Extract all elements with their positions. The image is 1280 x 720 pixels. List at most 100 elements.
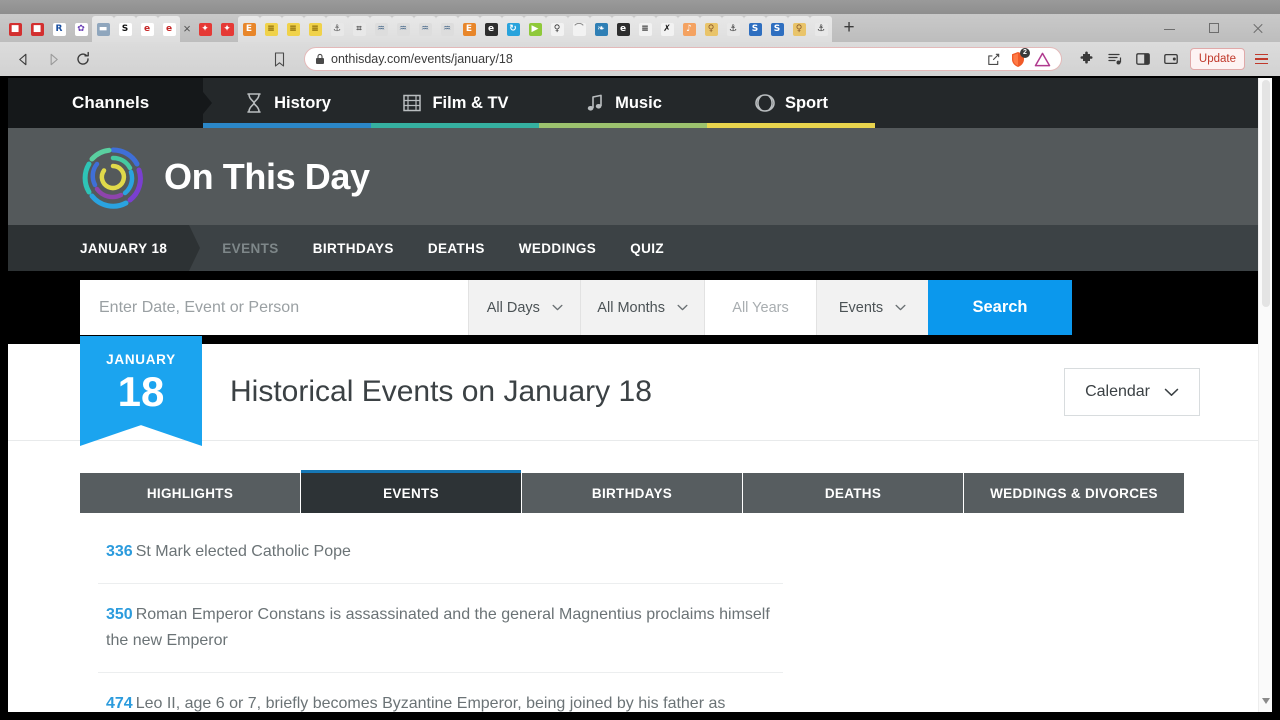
browser-tab[interactable]: S — [744, 16, 766, 42]
reload-icon[interactable] — [68, 44, 98, 74]
reading-list-icon[interactable] — [1102, 46, 1128, 72]
maximize-icon[interactable] — [1192, 14, 1236, 42]
page-scrollbar[interactable] — [1258, 78, 1272, 712]
date-nav[interactable]: JANUARY 18 EVENTS BIRTHDAYS DEATHS WEDDINGS… — [8, 225, 1272, 271]
toolbar-actions[interactable]: Update — [1074, 46, 1272, 72]
browser-tab[interactable]: E — [238, 16, 260, 42]
datenav-item-quiz[interactable]: QUIZ — [613, 225, 681, 271]
browser-tab[interactable]: E — [458, 16, 480, 42]
browser-tab[interactable]: ▬ — [92, 16, 114, 42]
scrollbar-thumb[interactable] — [1262, 80, 1270, 307]
hamburger-menu-icon[interactable] — [1250, 53, 1272, 65]
datenav-item-weddings[interactable]: WEDDINGS — [502, 225, 613, 271]
tab-events[interactable]: EVENTS — [301, 470, 522, 513]
browser-tab[interactable]: ⌗ — [348, 16, 370, 42]
event-item[interactable]: 350 Roman Emperor Constans is assassinate… — [98, 584, 783, 673]
channel-item-history[interactable]: History — [203, 78, 371, 128]
browser-tab[interactable]: ♒ — [414, 16, 436, 42]
event-year[interactable]: 336 — [106, 543, 133, 560]
new-tab-button[interactable]: + — [836, 16, 862, 42]
tab-birthdays[interactable]: BIRTHDAYS — [522, 473, 743, 513]
datenav-item-deaths[interactable]: DEATHS — [411, 225, 502, 271]
bookmark-icon[interactable] — [266, 44, 292, 74]
channel-nav[interactable]: Channels History Film & TV Music Sport — [8, 78, 1272, 128]
tab-weddings-divorces[interactable]: WEDDINGS & DIVORCES — [964, 473, 1184, 513]
warning-triangle-icon[interactable] — [1033, 50, 1053, 68]
browser-tab[interactable]: ♒ — [370, 16, 392, 42]
tab-highlights[interactable]: HIGHLIGHTS — [80, 473, 301, 513]
type-select[interactable]: Events — [816, 280, 928, 335]
channels-label[interactable]: Channels — [8, 78, 212, 128]
datenav-date-tab[interactable]: JANUARY 18 — [8, 225, 201, 271]
channel-items[interactable]: History Film & TV Music Sport — [203, 78, 875, 128]
browser-tab[interactable]: ≡ — [282, 16, 304, 42]
onthisday-spiral-logo[interactable] — [80, 144, 146, 210]
channel-item-film-tv[interactable]: Film & TV — [371, 78, 539, 128]
month-select[interactable]: All Months — [580, 280, 704, 335]
browser-tab[interactable]: ♒ — [392, 16, 414, 42]
browser-tab-strip[interactable]: ■ ■ R ✿ ▬ Se e × ✦ ✦ E ≡ ≡ ≡ ⚓ ⌗ ♒ ♒ ♒ ♒ Ee ↻ ▶ ♀ ⌒ ❧ e ≡ ✗ ♪ ♀ ⚓ S S ♀ ⚓… — [0, 14, 1280, 42]
browser-tab[interactable]: ↻ — [502, 16, 524, 42]
browser-tab[interactable]: e — [136, 16, 158, 42]
browser-tab[interactable]: ♪ — [678, 16, 700, 42]
browser-tab[interactable]: ♒ — [436, 16, 458, 42]
content-tabs[interactable]: HIGHLIGHTS EVENTS BIRTHDAYS DEATHS WEDDINGS … — [80, 470, 1184, 513]
browser-tab[interactable]: ≡ — [260, 16, 282, 42]
browser-tab[interactable]: ⚓ — [326, 16, 348, 42]
tab-close-icon[interactable]: × — [180, 16, 194, 42]
browser-tab[interactable]: ♀ — [546, 16, 568, 42]
search-row[interactable]: Enter Date, Event or Person All Days All… — [8, 271, 1272, 344]
browser-tab[interactable]: ⚓ — [722, 16, 744, 42]
browser-tab[interactable]: ♀ — [788, 16, 810, 42]
channel-item-sport[interactable]: Sport — [707, 78, 875, 128]
day-select[interactable]: All Days — [468, 280, 581, 335]
tab-group-right[interactable]: ✦ ✦ E ≡ ≡ ≡ ⚓ ⌗ ♒ ♒ ♒ ♒ Ee ↻ ▶ ♀ ⌒ ❧ e ≡ ✗ ♪ ♀ ⚓ S S ♀ ⚓ — [194, 16, 832, 42]
minimize-icon[interactable] — [1148, 14, 1192, 42]
browser-tab[interactable]: ♀ — [700, 16, 722, 42]
datenav-item-birthdays[interactable]: BIRTHDAYS — [296, 225, 411, 271]
search-bar[interactable]: Enter Date, Event or Person All Days All… — [80, 280, 1072, 335]
browser-tab[interactable]: ≡ — [304, 16, 326, 42]
tab-group-left[interactable]: ■ ■ R ✿ ▬ Se e — [4, 16, 180, 42]
browser-tab[interactable]: ✦ — [194, 16, 216, 42]
back-arrow-icon[interactable] — [8, 44, 38, 74]
browser-tab[interactable]: ⌒ — [568, 16, 590, 42]
scroll-down-arrow-icon[interactable] — [1259, 694, 1272, 708]
brave-shield-icon[interactable]: 2 — [1007, 48, 1030, 69]
event-item[interactable]: 474 Leo II, age 6 or 7, briefly becomes B… — [98, 673, 783, 712]
browser-tab[interactable]: R — [48, 16, 70, 42]
address-bar[interactable]: onthisday.com/events/january/18 2 — [304, 47, 1062, 71]
extensions-puzzle-icon[interactable] — [1074, 46, 1100, 72]
datenav-item-events[interactable]: EVENTS — [205, 225, 295, 271]
window-controls[interactable] — [1148, 14, 1280, 42]
browser-tab[interactable]: ✗ — [656, 16, 678, 42]
event-year[interactable]: 350 — [106, 606, 133, 623]
channel-item-music[interactable]: Music — [539, 78, 707, 128]
browser-tab[interactable]: e — [612, 16, 634, 42]
tab-deaths[interactable]: DEATHS — [743, 473, 964, 513]
close-icon[interactable] — [1236, 14, 1280, 42]
browser-tab[interactable]: ■ — [4, 16, 26, 42]
browser-tab[interactable]: ⚓ — [810, 16, 832, 42]
browser-tab[interactable]: e — [158, 16, 180, 42]
browser-tab[interactable]: S — [766, 16, 788, 42]
side-panel-icon[interactable] — [1130, 46, 1156, 72]
update-button[interactable]: Update — [1189, 48, 1245, 70]
browser-toolbar[interactable]: onthisday.com/events/january/18 2 Update — [0, 42, 1280, 76]
browser-tab[interactable]: ✿ — [70, 16, 92, 42]
event-year[interactable]: 474 — [106, 695, 133, 712]
browser-tab[interactable]: ■ — [26, 16, 48, 42]
event-item[interactable]: 336 St Mark elected Catholic Pope — [98, 517, 783, 584]
browser-tab[interactable]: ▶ — [524, 16, 546, 42]
calendar-dropdown-button[interactable]: Calendar — [1064, 368, 1200, 416]
search-button[interactable]: Search — [928, 280, 1072, 335]
share-icon[interactable] — [985, 50, 1003, 68]
browser-tab[interactable]: S — [114, 16, 136, 42]
year-input[interactable]: All Years — [704, 280, 816, 335]
search-input[interactable]: Enter Date, Event or Person — [80, 280, 469, 335]
wallet-icon[interactable] — [1158, 46, 1184, 72]
events-list[interactable]: 336 St Mark elected Catholic Pope 350 Roman… — [98, 513, 783, 712]
datenav-items[interactable]: EVENTS BIRTHDAYS DEATHS WEDDINGS QUIZ — [189, 225, 681, 271]
browser-tab[interactable]: ≡ — [634, 16, 656, 42]
browser-tab[interactable]: ❧ — [590, 16, 612, 42]
